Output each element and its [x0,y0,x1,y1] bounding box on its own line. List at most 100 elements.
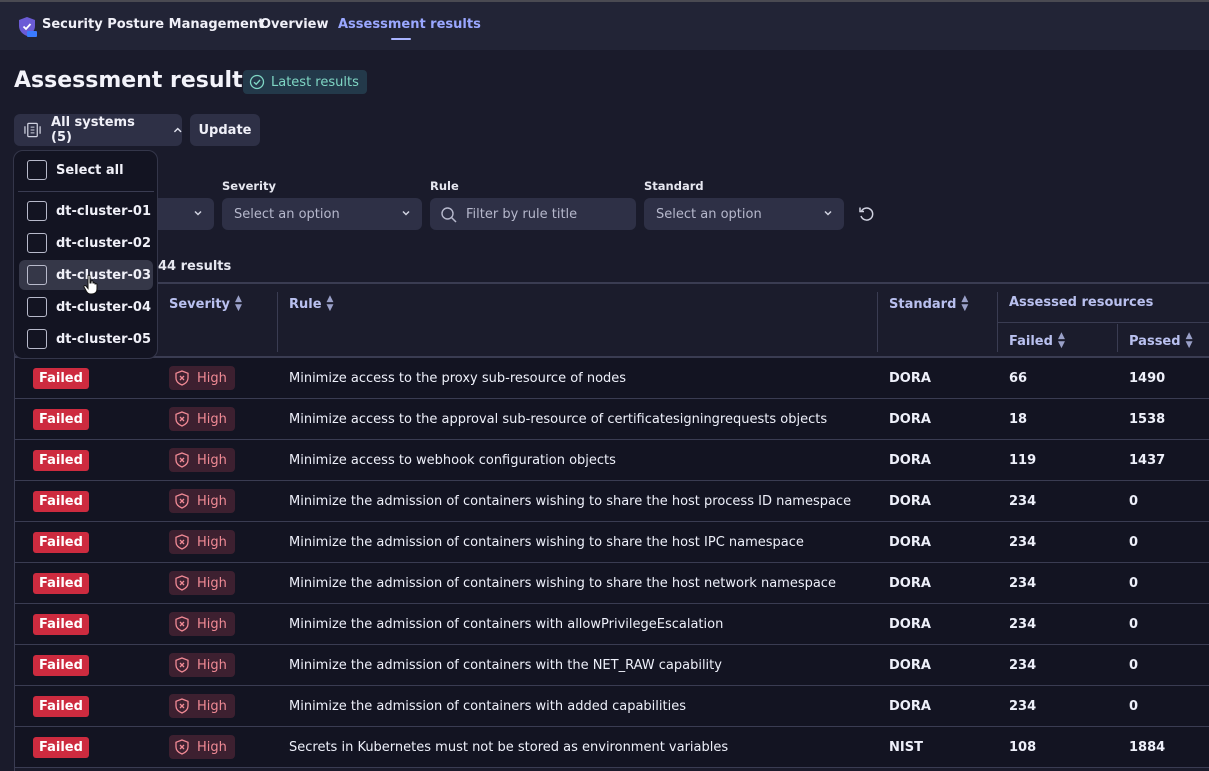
chevron-down-icon [194,210,202,216]
shield-x-icon [175,657,189,673]
checkbox[interactable] [27,160,47,180]
rule-cell: Secrets in Kubernetes must not be stored… [289,739,729,755]
table-row[interactable]: Failed High Minimize the admission of cont… [15,522,1209,563]
table-row[interactable]: Failed High Minimize the admission of cont… [15,481,1209,522]
rule-cell: Minimize the admission of containers wis… [289,534,804,550]
chevron-down-icon [824,210,832,216]
checkbox[interactable] [27,329,47,349]
standard-cell: DORA [889,493,931,509]
shield-x-icon [175,534,189,550]
status-badge: Failed [33,695,89,717]
shield-x-icon [175,739,189,755]
rule-cell: Minimize access to webhook configuration… [289,452,616,468]
status-cell: Failed [33,604,89,644]
failed-count-cell: 66 [1009,370,1028,386]
table-header: Severity ▲ ▼ Rule ▲ ▼ Standard ▲ ▼ Assessed… [15,282,1209,358]
table-row[interactable]: Failed High Minimize the admission of cont… [15,645,1209,686]
column-header-failed[interactable]: Failed ▲ ▼ [1009,332,1065,350]
app-title: Security Posture Management [42,17,265,32]
update-button[interactable]: Update [190,114,260,146]
failed-count-cell: 234 [1009,657,1037,673]
passed-count-cell: 0 [1129,657,1139,673]
table-row[interactable]: Failed High Minimize access to the approva… [15,399,1209,440]
severity-badge: High [169,407,235,431]
severity-cell: High [169,645,235,685]
standard-filter-select[interactable]: Select an option [644,198,844,230]
passed-count-cell: 0 [1129,575,1139,591]
passed-header-label: Passed [1129,333,1181,349]
system-option[interactable]: dt-cluster-02 [19,228,153,258]
failed-count-cell: 18 [1009,411,1028,427]
table-row[interactable]: Failed High Minimize access to the proxy s… [15,358,1209,399]
standard-cell: DORA [889,370,931,386]
column-divider [877,292,878,352]
column-header-standard[interactable]: Standard ▲ ▼ [889,295,968,313]
status-badge: Failed [33,654,89,676]
failed-count-cell: 108 [1009,739,1037,755]
rule-filter-input[interactable]: Filter by rule title [430,198,636,230]
tab-assessment-results[interactable]: Assessment results [338,17,481,32]
severity-cell: High [169,440,235,480]
system-option[interactable]: dt-cluster-05 [19,324,153,354]
severity-label: High [197,616,227,632]
app-header: Security Posture Management Overview Ass… [0,2,1209,50]
severity-label: High [197,575,227,591]
checkbox[interactable] [27,233,47,253]
checkbox[interactable] [27,201,47,221]
shield-x-icon [175,411,189,427]
select-all-option[interactable]: Select all [19,155,153,185]
table-row[interactable]: Failed High Minimize access to webhook con… [15,440,1209,481]
standard-cell: DORA [889,657,931,673]
sort-icon: ▲ ▼ [1057,331,1065,350]
dropdown-divider [18,191,154,192]
column-header-rule[interactable]: Rule ▲ ▼ [289,295,333,313]
status-badge: Failed [33,613,89,635]
rule-cell: Minimize the admission of containers wis… [289,493,852,509]
table-row[interactable]: Failed High Minimize the admission of cont… [15,686,1209,727]
shield-x-icon [175,698,189,714]
system-option[interactable]: dt-cluster-04 [19,292,153,322]
shield-x-icon [175,370,189,386]
status-filter-select[interactable] [150,198,214,230]
latest-results-badge: Latest results [243,70,367,94]
shield-x-icon [175,616,189,632]
severity-label: High [197,370,227,386]
reset-filters-icon[interactable] [857,205,875,223]
severity-badge: High [169,489,235,513]
column-header-passed[interactable]: Passed ▲ ▼ [1129,332,1192,350]
rule-filter-label: Rule [430,179,459,193]
chevron-down-icon [402,210,410,216]
severity-badge: High [169,448,235,472]
severity-cell: High [169,399,235,439]
system-option[interactable]: dt-cluster-01 [19,196,153,226]
systems-selector-button[interactable]: All systems (5) [14,114,182,146]
status-badge: Failed [33,449,89,471]
severity-cell: High [169,727,235,767]
table-row[interactable]: Failed High Minimize the admission of cont… [15,604,1209,645]
sort-icon: ▲ ▼ [235,294,242,313]
severity-badge: High [169,694,235,718]
failed-header-label: Failed [1009,333,1053,349]
status-badge: Failed [33,531,89,553]
search-icon [441,207,457,223]
sort-icon: ▲ ▼ [326,294,334,313]
table-row[interactable]: Failed High Minimize the admission of cont… [15,563,1209,604]
standard-cell: DORA [889,534,931,550]
system-option-label: dt-cluster-05 [56,331,151,347]
sort-icon: ▲ ▼ [961,294,969,313]
results-table: Severity ▲ ▼ Rule ▲ ▼ Standard ▲ ▼ Assessed… [14,282,1209,771]
checkbox[interactable] [27,265,47,285]
chevron-up-icon [173,127,182,133]
standard-cell: NIST [889,739,923,755]
rule-cell: Minimize the admission of containers wit… [289,657,722,673]
column-header-severity[interactable]: Severity ▲ ▼ [169,295,242,313]
passed-count-cell: 1437 [1129,452,1166,468]
checkbox[interactable] [27,297,47,317]
table-row[interactable]: Failed High Secrets in Kubernetes must not… [15,727,1209,768]
tab-overview[interactable]: Overview [260,17,329,32]
active-tab-indicator [391,38,411,40]
severity-badge: High [169,530,235,554]
standard-cell: DORA [889,698,931,714]
severity-filter-select[interactable]: Select an option [222,198,422,230]
standard-header-label: Standard [889,296,957,312]
